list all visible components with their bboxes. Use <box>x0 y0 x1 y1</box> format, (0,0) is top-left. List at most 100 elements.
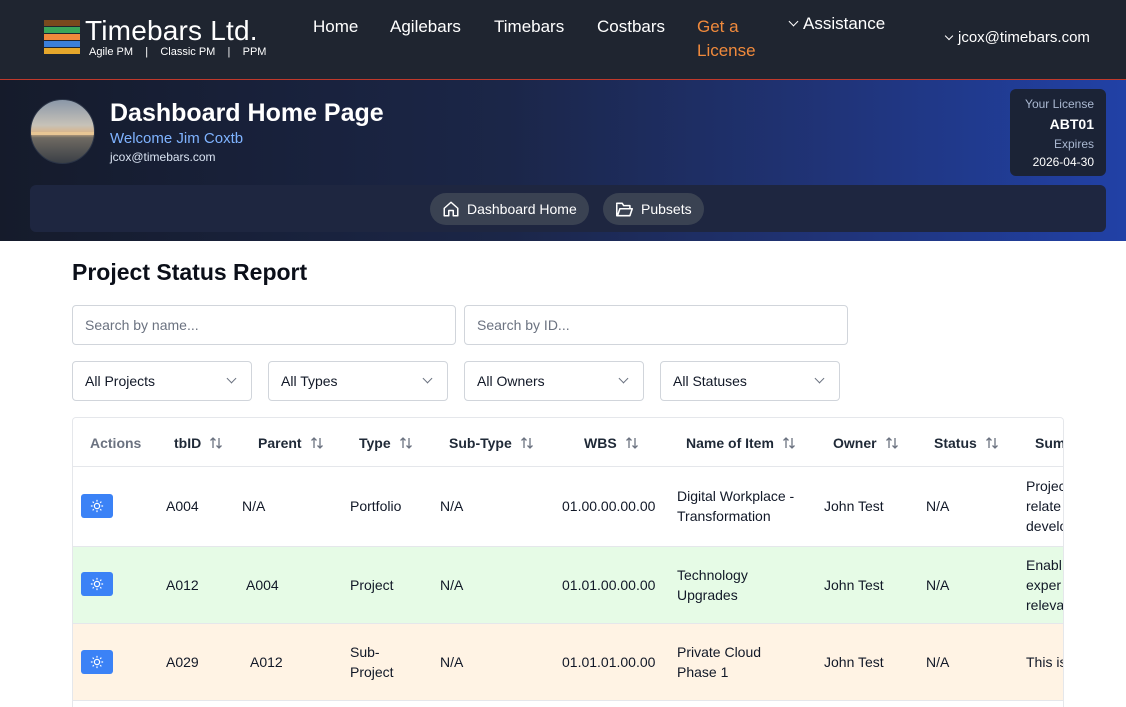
license-label: Your License <box>1025 97 1094 111</box>
cell-parent: N/A <box>242 498 266 514</box>
chevron-down-icon <box>618 373 629 383</box>
cell-name: Digital Workplace - Transformation <box>677 488 795 524</box>
sort-icon <box>210 436 223 449</box>
nav-agilebars[interactable]: Agilebars <box>390 15 461 39</box>
chevron-down-icon <box>944 31 954 41</box>
sort-icon <box>782 436 795 449</box>
avatar[interactable] <box>30 99 95 164</box>
nav-get-a-license[interactable]: Get a License <box>697 15 756 63</box>
chevron-down-icon <box>814 373 825 383</box>
cell-type: Sub-Project <box>350 644 394 680</box>
cell-status: N/A <box>926 498 950 514</box>
license-expires-label: Expires <box>1053 137 1094 151</box>
dashboard-subnav: Dashboard Home Pubsets <box>30 185 1106 232</box>
types-filter-value: All Types <box>281 373 338 389</box>
projects-filter-value: All Projects <box>85 373 156 389</box>
cell-tbid: A012 <box>166 577 199 593</box>
search-by-name-input[interactable] <box>72 305 456 345</box>
owners-filter-select[interactable]: All Owners <box>464 361 644 401</box>
column-header-type[interactable]: Type <box>359 418 413 467</box>
row-settings-button[interactable] <box>81 494 113 518</box>
nav-assistance-label: Assistance <box>803 14 886 33</box>
row-settings-button[interactable] <box>81 572 113 596</box>
cell-status: N/A <box>926 577 950 593</box>
cell-tbid: A029 <box>166 654 199 670</box>
cell-subtype: N/A <box>440 654 464 670</box>
brand-tagline: Agile PM | Classic PM | PPM <box>89 46 267 58</box>
license-code: ABT01 <box>1049 116 1094 132</box>
nav-home[interactable]: Home <box>313 15 358 39</box>
sun-icon <box>90 577 104 591</box>
cell-subtype: N/A <box>440 577 464 593</box>
owners-filter-value: All Owners <box>477 373 545 389</box>
cell-parent: A012 <box>250 654 283 670</box>
column-header-actions: Actions <box>90 434 142 451</box>
nav-costbars[interactable]: Costbars <box>597 15 665 39</box>
cell-wbs: 01.01.01.00.00 <box>562 654 656 670</box>
license-expires-date: 2026-04-30 <box>1032 155 1094 169</box>
sort-icon <box>310 436 323 449</box>
dashboard-hero: Dashboard Home Page Welcome Jim Coxtb jc… <box>0 80 1126 241</box>
search-by-id-input[interactable] <box>464 305 848 345</box>
cell-summary: This is <box>1026 654 1064 670</box>
cell-name: Private Cloud Phase 1 <box>677 644 762 680</box>
cell-summary: Projec relate develo <box>1026 478 1064 534</box>
folder-icon <box>616 202 633 216</box>
dashboard-home-label: Dashboard Home <box>467 201 577 217</box>
cell-parent: A004 <box>246 577 279 593</box>
sun-icon <box>90 499 104 513</box>
sort-icon <box>985 436 998 449</box>
nav-assistance-dropdown[interactable]: Assistance <box>788 12 886 36</box>
cell-name: Technology Upgrades <box>677 567 748 603</box>
chevron-down-icon <box>788 16 799 27</box>
cell-owner: John Test <box>824 498 884 514</box>
column-header-subtype[interactable]: Sub-Type <box>449 418 534 467</box>
statuses-filter-value: All Statuses <box>673 373 747 389</box>
sort-icon <box>399 436 412 449</box>
report-title: Project Status Report <box>72 259 308 285</box>
license-card: Your License ABT01 Expires 2026-04-30 <box>1010 89 1106 176</box>
cell-wbs: 01.01.00.00.00 <box>562 577 656 593</box>
cell-subtype: N/A <box>440 498 464 514</box>
column-header-owner[interactable]: Owner <box>833 418 899 467</box>
table-row: A012 A004 Project N/A 01.01.00.00.00 Tec… <box>73 547 1064 624</box>
types-filter-select[interactable]: All Types <box>268 361 448 401</box>
column-header-name[interactable]: Name of Item <box>686 418 796 467</box>
cell-wbs: 01.00.00.00.00 <box>562 498 656 514</box>
column-header-tbid[interactable]: tbID <box>174 418 223 467</box>
table-row: A029 A012 Sub-Project N/A 01.01.01.00.00… <box>73 624 1064 701</box>
project-status-table: Actions tbID Parent Type Sub-Type WBS Na… <box>72 417 1064 707</box>
sort-icon <box>520 436 533 449</box>
user-menu-dropdown[interactable]: jcox@timebars.com <box>944 26 1090 50</box>
cell-status: N/A <box>926 654 950 670</box>
column-header-wbs[interactable]: WBS <box>584 418 639 467</box>
welcome-text: Welcome Jim Coxtb <box>110 130 244 147</box>
row-settings-button[interactable] <box>81 650 113 674</box>
brand-name[interactable]: Timebars Ltd. <box>85 16 258 46</box>
user-email: jcox@timebars.com <box>110 150 216 164</box>
projects-filter-select[interactable]: All Projects <box>72 361 252 401</box>
table-header: Actions tbID Parent Type Sub-Type WBS Na… <box>73 418 1063 467</box>
timebars-logo-icon[interactable] <box>44 20 80 57</box>
sort-icon <box>885 436 898 449</box>
top-navbar: Timebars Ltd. Agile PM | Classic PM | PP… <box>0 0 1126 80</box>
user-menu-email: jcox@timebars.com <box>958 29 1090 46</box>
statuses-filter-select[interactable]: All Statuses <box>660 361 840 401</box>
chevron-down-icon <box>226 373 237 383</box>
cell-owner: John Test <box>824 654 884 670</box>
cell-owner: John Test <box>824 577 884 593</box>
cell-summary: Enabl exper releva <box>1026 557 1064 613</box>
page-title: Dashboard Home Page <box>110 99 384 127</box>
sort-icon <box>625 436 638 449</box>
nav-get-a-license-line1: Get a <box>697 17 739 36</box>
cell-tbid: A004 <box>166 498 199 514</box>
column-header-status[interactable]: Status <box>934 418 999 467</box>
nav-timebars[interactable]: Timebars <box>494 15 564 39</box>
cell-type: Portfolio <box>350 498 402 514</box>
column-header-summary[interactable]: Sum <box>1035 418 1063 467</box>
pubsets-button[interactable]: Pubsets <box>603 193 704 225</box>
cell-type: Project <box>350 577 394 593</box>
nav-get-a-license-line2: License <box>697 41 756 60</box>
dashboard-home-button[interactable]: Dashboard Home <box>430 193 589 225</box>
column-header-parent[interactable]: Parent <box>258 418 324 467</box>
